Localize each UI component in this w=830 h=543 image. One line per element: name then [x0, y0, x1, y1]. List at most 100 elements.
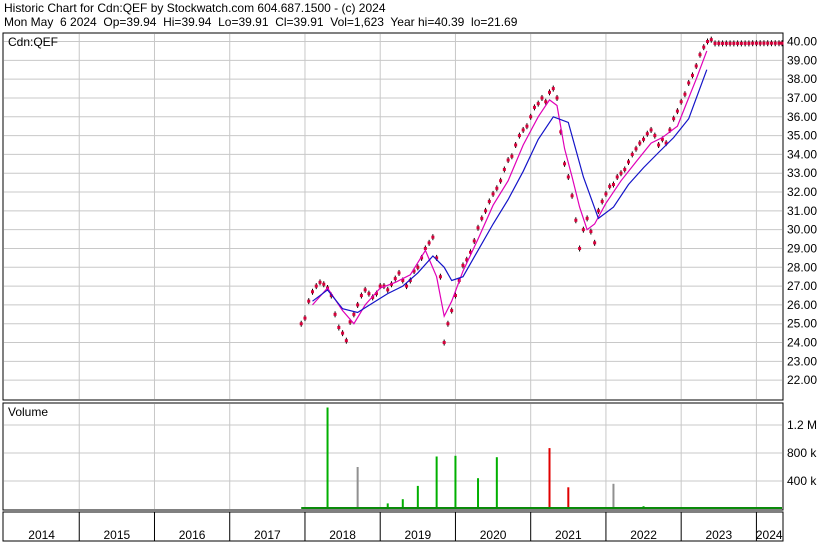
volume-tick-label: 1.2 M: [787, 418, 817, 432]
daily-close-point: [596, 209, 600, 213]
price-tick-label: 31.00: [787, 204, 817, 218]
daily-close-point: [672, 117, 676, 121]
daily-close-point: [675, 109, 679, 113]
daily-close-point: [510, 154, 514, 158]
daily-close-point: [634, 147, 638, 151]
volume-bar: [567, 487, 570, 509]
daily-close-point: [310, 290, 314, 294]
symbol-label: Cdn:QEF: [8, 35, 58, 49]
year-label: 2021: [555, 528, 582, 542]
price-axis: 22.00 23.00 24.00 25.00 26.00 27.00 28.00 29.00…: [787, 35, 817, 388]
volume-tick-label: 800 k: [787, 446, 817, 460]
daily-close-point: [758, 41, 762, 45]
daily-close-point: [600, 199, 604, 203]
daily-close-point: [649, 128, 653, 132]
daily-close-point: [570, 194, 574, 198]
daily-close-point: [536, 102, 540, 106]
daily-close-point: [333, 312, 337, 316]
price-tick-label: 27.00: [787, 279, 817, 293]
daily-close-point: [702, 45, 706, 49]
daily-close-point: [698, 53, 702, 57]
daily-close-point: [521, 128, 525, 132]
daily-close-point: [517, 134, 521, 138]
daily-close-point: [657, 143, 661, 147]
daily-close-point: [619, 171, 623, 175]
daily-close-point: [397, 271, 401, 275]
daily-close-point: [762, 41, 766, 45]
year-label: 2017: [254, 528, 281, 542]
daily-close-point: [589, 230, 593, 234]
price-tick-label: 32.00: [787, 185, 817, 199]
daily-close-point: [499, 179, 503, 183]
price-tick-label: 33.00: [787, 166, 817, 180]
price-tick-label: 28.00: [787, 260, 817, 274]
daily-close-point: [642, 137, 646, 141]
daily-close-point: [713, 41, 717, 45]
daily-close-point: [495, 186, 499, 190]
daily-close-point: [630, 152, 634, 156]
daily-close-point: [766, 41, 770, 45]
daily-close-point: [611, 183, 615, 187]
daily-close-point: [773, 41, 777, 45]
daily-close-point: [555, 96, 559, 100]
daily-close-point: [480, 216, 484, 220]
daily-close-point: [393, 277, 397, 281]
daily-close-point: [322, 282, 326, 286]
daily-close-point: [525, 124, 529, 128]
daily-close-point: [717, 41, 721, 45]
daily-close-point: [724, 41, 728, 45]
volume-axis: 400 k 800 k 1.2 M: [787, 418, 817, 488]
daily-close-point: [307, 299, 311, 303]
daily-close-point: [777, 41, 781, 45]
year-label: 2022: [630, 528, 657, 542]
volume-bar: [612, 483, 615, 509]
daily-close-point: [743, 41, 747, 45]
daily-close-point: [461, 263, 465, 267]
year-label: 2015: [104, 528, 131, 542]
price-tick-label: 29.00: [787, 241, 817, 255]
price-tick-label: 26.00: [787, 298, 817, 312]
daily-close-point: [540, 96, 544, 100]
volume-bar: [495, 457, 498, 509]
daily-close-point: [544, 100, 548, 104]
price-tick-label: 35.00: [787, 129, 817, 143]
daily-close-point: [751, 41, 755, 45]
daily-close-point: [623, 167, 627, 171]
daily-close-point: [529, 115, 533, 119]
daily-close-point: [627, 160, 631, 164]
price-tick-label: 38.00: [787, 72, 817, 86]
year-label: 2020: [480, 528, 507, 542]
year-label: 2023: [705, 528, 732, 542]
daily-close-point: [709, 38, 713, 42]
daily-close-point: [687, 81, 691, 85]
volume-panel: [2, 402, 784, 511]
daily-close-point: [416, 265, 420, 269]
daily-close-point: [585, 216, 589, 220]
daily-close-point: [728, 41, 732, 45]
daily-close-point: [446, 322, 450, 326]
daily-close-point: [721, 41, 725, 45]
daily-close-point: [574, 218, 578, 222]
daily-close-point: [506, 158, 510, 162]
daily-close-point: [754, 41, 758, 45]
daily-close-point: [604, 192, 608, 196]
volume-bar: [435, 456, 438, 509]
daily-close-point: [732, 41, 736, 45]
daily-close-point: [736, 41, 740, 45]
daily-close-point: [769, 41, 773, 45]
price-panel: [2, 32, 784, 401]
volume-bar: [548, 448, 551, 509]
daily-close-point: [352, 312, 356, 316]
volume-bar: [326, 407, 329, 509]
daily-close-point: [359, 294, 363, 298]
price-tick-label: 25.00: [787, 317, 817, 331]
daily-close-point: [551, 87, 555, 91]
daily-close-point: [405, 284, 409, 288]
daily-close-point: [299, 322, 303, 326]
daily-close-point: [578, 246, 582, 250]
daily-close-point: [487, 199, 491, 203]
daily-close-point: [608, 184, 612, 188]
daily-close-point: [502, 167, 506, 171]
year-label: 2014: [28, 528, 55, 542]
stock-chart: 22.00 23.00 24.00 25.00 26.00 27.00 28.00 29.00…: [2, 32, 817, 542]
